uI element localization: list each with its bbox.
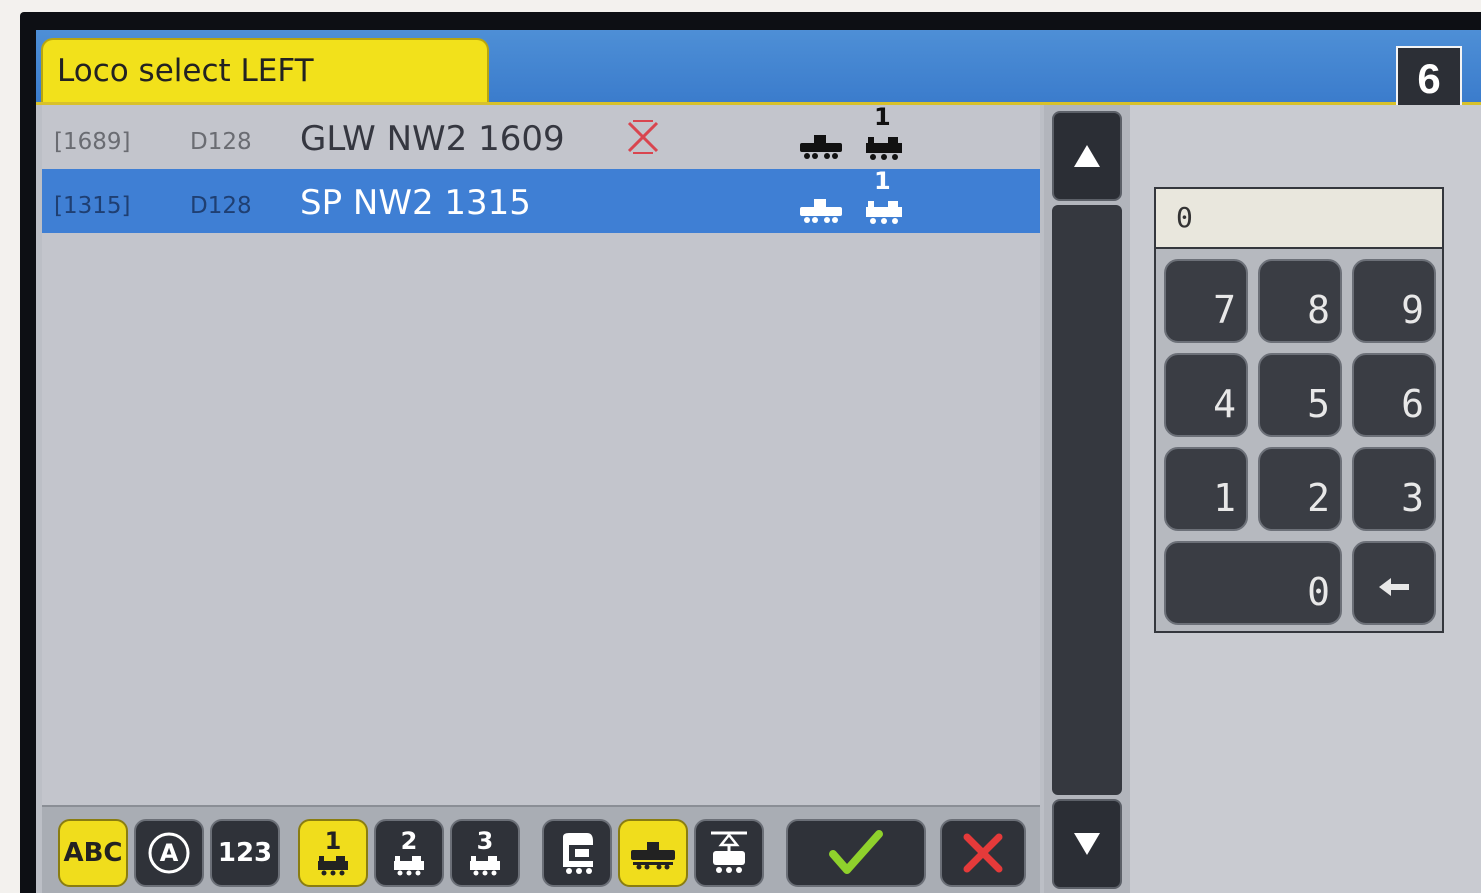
diesel-loco-icon	[798, 197, 844, 229]
train-icon	[394, 856, 424, 876]
loco-row[interactable]: [1689] D128 GLW NW2 1609 1	[42, 103, 1040, 169]
scroll-track[interactable]	[1052, 205, 1122, 795]
loco-row-selected[interactable]: [1315] D128 SP NW2 1315 1	[42, 167, 1040, 233]
train-icon	[864, 131, 904, 165]
consist-3-label: 3	[476, 827, 494, 855]
backspace-key[interactable]	[1352, 541, 1436, 625]
diesel-loco-icon	[798, 133, 844, 165]
arrow-left-icon	[1379, 578, 1409, 596]
numeric-keypad: 7 8 9 4 5 6 1 2 3 0	[1154, 249, 1444, 633]
header-bar: Loco select LEFT 6	[36, 30, 1481, 112]
key-8[interactable]: 8	[1258, 259, 1342, 343]
key-6[interactable]: 6	[1352, 353, 1436, 437]
key-3[interactable]: 3	[1352, 447, 1436, 531]
loco-protocol: D128	[190, 129, 252, 155]
sort-number-button[interactable]: 123	[210, 819, 280, 887]
train-icon	[318, 856, 348, 876]
electric-loco-icon	[711, 831, 747, 873]
key-2[interactable]: 2	[1258, 447, 1342, 531]
loco-address: [1689]	[54, 129, 131, 155]
sort-address-button[interactable]: A	[134, 819, 204, 887]
address-entry-panel: 0 7 8 9 4 5 6 1 2 3 0	[1130, 105, 1481, 893]
circled-a-icon: A	[148, 832, 190, 874]
triangle-down-icon	[1074, 833, 1100, 855]
address-input[interactable]: 0	[1154, 187, 1444, 249]
triangle-up-icon	[1074, 145, 1100, 167]
step-badge: 6	[1396, 46, 1462, 112]
scroll-up-button[interactable]	[1052, 111, 1122, 201]
cancel-button[interactable]	[940, 819, 1026, 887]
checkmark-icon	[829, 830, 883, 874]
consist-1-button[interactable]: 1	[298, 819, 368, 887]
x-icon	[963, 833, 1003, 873]
steam-loco-icon	[563, 833, 593, 874]
loco-protocol: D128	[190, 193, 252, 219]
screen-title-tab: Loco select LEFT	[41, 38, 489, 102]
key-7[interactable]: 7	[1164, 259, 1248, 343]
key-9[interactable]: 9	[1352, 259, 1436, 343]
consist-1-label: 1	[324, 827, 342, 855]
loco-address: [1315]	[54, 193, 131, 219]
train-icon	[864, 195, 904, 229]
key-5[interactable]: 5	[1258, 353, 1342, 437]
diesel-loco-icon	[631, 842, 675, 870]
key-4[interactable]: 4	[1164, 353, 1248, 437]
consist-number: 1	[874, 103, 891, 131]
loco-list: [1689] D128 GLW NW2 1609 1 [1315] D128 S…	[42, 103, 1040, 805]
consist-2-label: 2	[400, 827, 418, 855]
crossed-out-icon	[625, 119, 661, 159]
bottom-toolbar: ABC A 123 1 2 3	[42, 805, 1040, 893]
train-icon	[470, 856, 500, 876]
diesel-loco-filter-button[interactable]	[618, 819, 688, 887]
confirm-button[interactable]	[786, 819, 926, 887]
loco-name: GLW NW2 1609	[300, 119, 565, 159]
electric-loco-filter-button[interactable]	[694, 819, 764, 887]
scroll-down-button[interactable]	[1052, 799, 1122, 889]
svg-text:A: A	[160, 839, 179, 867]
consist-2-button[interactable]: 2	[374, 819, 444, 887]
key-1[interactable]: 1	[1164, 447, 1248, 531]
consist-number: 1	[874, 167, 891, 195]
consist-3-button[interactable]: 3	[450, 819, 520, 887]
loco-name: SP NW2 1315	[300, 183, 531, 223]
steam-loco-filter-button[interactable]	[542, 819, 612, 887]
key-0[interactable]: 0	[1164, 541, 1342, 625]
touch-screen: Loco select LEFT 6 [1689] D128 GLW NW2 1…	[36, 30, 1481, 893]
list-scrollbar	[1044, 105, 1130, 893]
sort-abc-button[interactable]: ABC	[58, 819, 128, 887]
